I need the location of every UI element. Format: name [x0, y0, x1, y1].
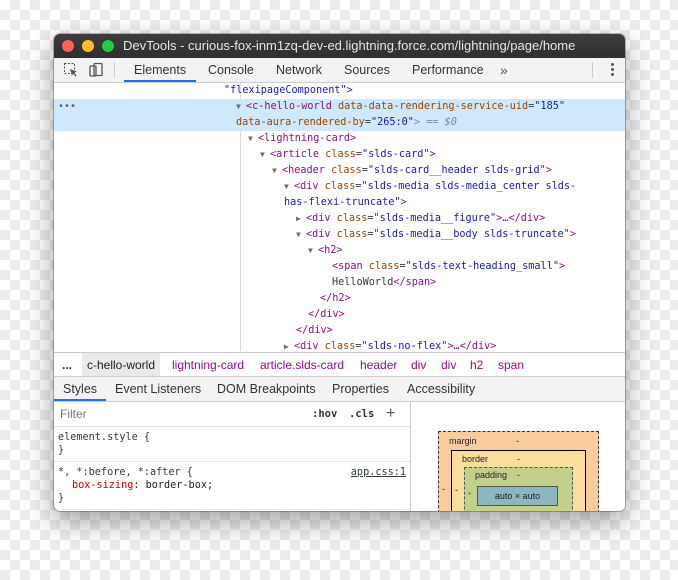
hover-state-toggle[interactable]: :hov — [312, 402, 337, 426]
tab-event-listeners[interactable]: Event Listeners — [115, 377, 201, 401]
expand-triangle-icon[interactable]: ▼ — [248, 131, 258, 147]
tab-network[interactable]: Network — [276, 58, 322, 82]
breadcrumb-item[interactable]: div — [441, 353, 456, 377]
tree-line[interactable]: ▼ <div class="slds-media__body slds-trunc… — [54, 227, 625, 243]
breadcrumb-overflow[interactable]: ... — [62, 353, 72, 377]
tree-line[interactable]: <span class="slds-text-heading_small"> — [54, 259, 625, 275]
tree-line[interactable]: </div> — [54, 323, 625, 339]
minimize-window-button[interactable] — [82, 40, 94, 52]
tab-dom-breakpoints[interactable]: DOM Breakpoints — [217, 377, 316, 401]
tab-accessibility[interactable]: Accessibility — [407, 377, 475, 401]
tree-line[interactable]: ▼ <h2> — [54, 243, 625, 259]
rule-selector: element.style { — [58, 432, 151, 443]
rule-source-link[interactable]: app.css:1 — [351, 466, 406, 479]
main-toolbar: Elements Console Network Sources Perform… — [54, 58, 625, 83]
tree-line[interactable]: ▶ <div class="slds-no-flex">…</div> — [54, 339, 625, 351]
tree-line[interactable]: ▼ <header class="slds-card__header slds-g… — [54, 163, 625, 179]
filter-input[interactable] — [58, 406, 302, 422]
more-options-dots[interactable]: ••• — [58, 99, 76, 115]
tree-line[interactable]: ▶ <div class="slds-media__figure">…</div> — [54, 211, 625, 227]
rule-close: } — [58, 445, 65, 456]
box-model-margin[interactable]: margin - - border - - padding - - auto ×… — [438, 431, 599, 511]
sidebar-tabs: Styles Event Listeners DOM Breakpoints P… — [54, 376, 625, 402]
breadcrumb: ... c-hello-world lightning-card article… — [54, 352, 625, 377]
class-toggle[interactable]: .cls — [349, 402, 374, 426]
tab-console[interactable]: Console — [208, 58, 254, 82]
tree-line[interactable]: </div> — [54, 307, 625, 323]
style-rule-universal: *, *:before, *:after { app.css:1 box-siz… — [54, 462, 410, 510]
tree-line[interactable]: ▼ <article class="slds-card"> — [54, 147, 625, 163]
style-declaration[interactable]: box-sizing: border-box; — [58, 479, 406, 492]
rule-close: } — [58, 493, 65, 504]
window-title: DevTools - curious-fox-inm1zq-dev-ed.lig… — [123, 38, 576, 53]
close-window-button[interactable] — [62, 40, 74, 52]
breadcrumb-item[interactable]: c-hello-world — [82, 353, 161, 377]
tab-elements[interactable]: Elements — [124, 58, 197, 82]
elements-tree: "flexipageComponent"> ••• ▼ <c-hello-worl… — [54, 83, 625, 351]
tree-line[interactable]: ▼ <div class="slds-media slds-media_cente… — [54, 179, 625, 211]
breadcrumb-item[interactable]: article.slds-card — [260, 353, 344, 377]
box-model-content[interactable]: auto × auto — [477, 486, 558, 506]
collapse-triangle-icon[interactable]: ▶ — [284, 339, 294, 351]
breadcrumb-item[interactable]: lightning-card — [172, 353, 244, 377]
breadcrumb-item[interactable]: h2 — [470, 353, 483, 377]
breadcrumb-item[interactable]: span — [498, 353, 524, 377]
tab-performance[interactable]: Performance — [412, 58, 484, 82]
tab-sources[interactable]: Sources — [344, 58, 390, 82]
style-rule-element: element.style { } — [54, 427, 410, 462]
toolbar-divider — [592, 62, 593, 78]
expand-triangle-icon[interactable]: ▼ — [308, 243, 318, 259]
expand-triangle-icon[interactable]: ▼ — [236, 99, 246, 115]
breadcrumb-item[interactable]: header — [360, 353, 397, 377]
styles-pane: :hov .cls + element.style { } *, *:befor… — [54, 402, 410, 511]
more-tabs-button[interactable]: » — [500, 58, 508, 82]
box-model-border[interactable]: border - - padding - - auto × auto — [451, 450, 586, 511]
devtools-window: DevTools - curious-fox-inm1zq-dev-ed.lig… — [54, 34, 625, 511]
tab-properties[interactable]: Properties — [332, 377, 389, 401]
breadcrumb-item[interactable]: div — [411, 353, 426, 377]
styles-filter-bar: :hov .cls + — [54, 402, 410, 427]
device-toolbar-icon[interactable] — [88, 62, 104, 78]
tree-line[interactable]: HelloWorld</span> — [54, 275, 625, 291]
tree-line[interactable]: ▼ <lightning-card> — [54, 131, 625, 147]
tree-line[interactable]: </h2> — [54, 291, 625, 307]
tree-line[interactable]: "flexipageComponent"> — [54, 83, 625, 99]
title-bar: DevTools - curious-fox-inm1zq-dev-ed.lig… — [54, 34, 625, 58]
box-model-padding[interactable]: padding - - auto × auto — [464, 467, 573, 511]
new-rule-icon[interactable]: + — [386, 402, 395, 426]
expand-triangle-icon[interactable]: ▼ — [260, 147, 270, 163]
tree-line-selected[interactable]: ••• ▼ <c-hello-world data-data-rendering-… — [54, 99, 625, 131]
expand-triangle-icon[interactable]: ▼ — [296, 227, 306, 243]
toolbar-divider — [114, 62, 115, 78]
tab-styles[interactable]: Styles — [54, 377, 107, 401]
zoom-window-button[interactable] — [102, 40, 114, 52]
box-model-panel: margin - - border - - padding - - auto ×… — [410, 402, 625, 511]
inspect-element-icon[interactable] — [63, 62, 79, 78]
kebab-menu-icon[interactable] — [611, 63, 615, 78]
expand-triangle-icon[interactable]: ▼ — [272, 163, 282, 179]
collapse-triangle-icon[interactable]: ▶ — [296, 211, 306, 227]
expand-triangle-icon[interactable]: ▼ — [284, 179, 294, 195]
